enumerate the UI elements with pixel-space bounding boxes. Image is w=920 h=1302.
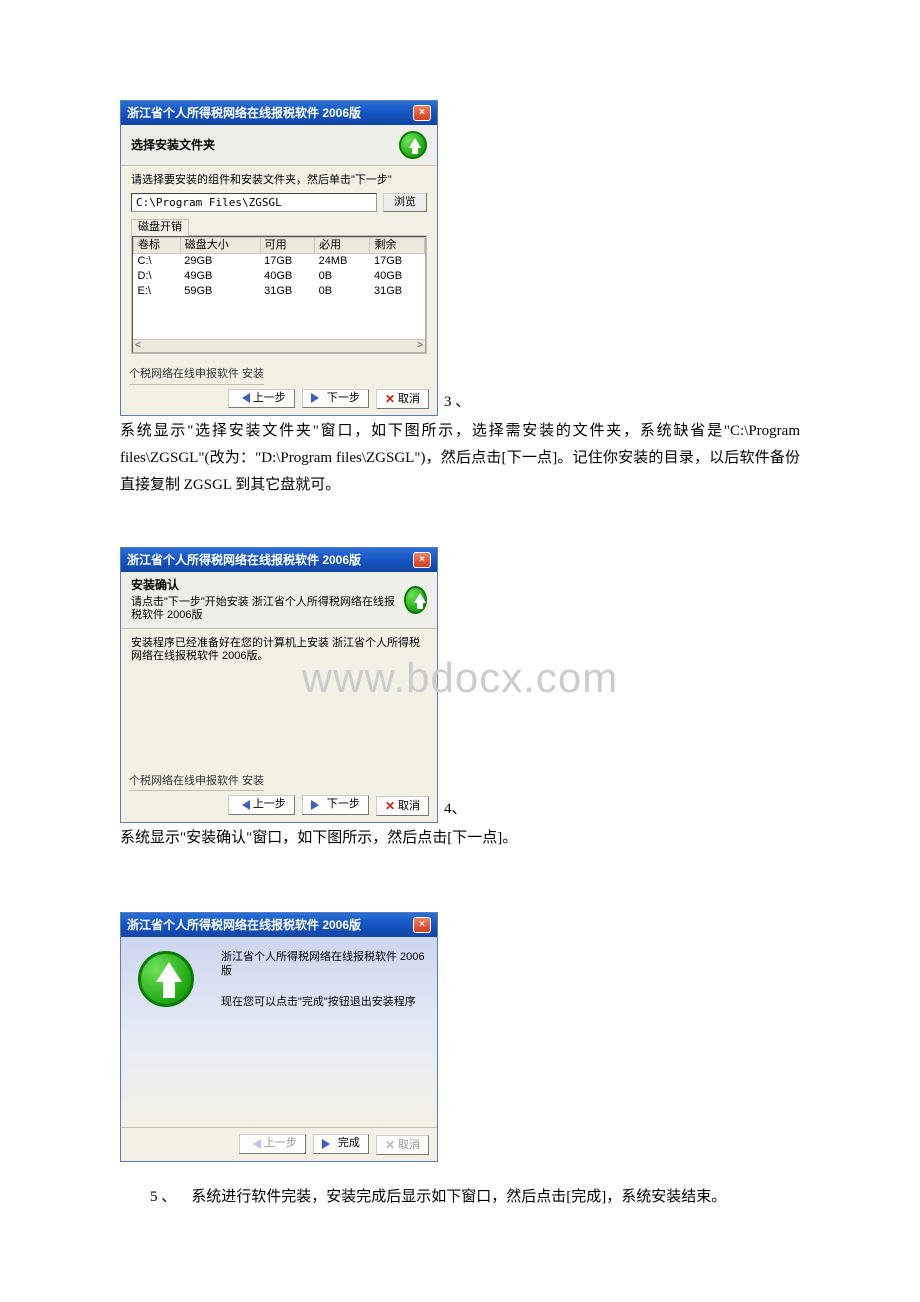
table-row: C:\ 29GB 17GB 24MB 17GB (134, 253, 425, 269)
x-icon: ✕ (385, 392, 395, 406)
titlebar: 浙江省个人所得税网络在线报税软件 2006版 × (121, 101, 437, 125)
browse-button[interactable]: 浏览 (383, 193, 427, 212)
dialog-footer: 个税网络在线申报软件 安装 上一步 下一步 ✕取消 (121, 769, 437, 822)
chevron-right-icon (311, 800, 324, 810)
col-size: 磁盘大小 (180, 237, 260, 253)
chevron-left-icon (248, 1139, 261, 1149)
step4-number: 4、 (444, 796, 467, 823)
titlebar: 浙江省个人所得税网络在线报税软件 2006版 × (121, 913, 437, 937)
chevron-left-icon (237, 800, 250, 810)
dialog-heading: 选择安装文件夹 (131, 138, 215, 152)
finish-line2: 现在您可以点击"完成"按钮退出安装程序 (221, 996, 427, 1009)
col-volume: 卷标 (134, 237, 181, 253)
footer-label: 个税网络在线申报软件 安装 (129, 775, 264, 791)
step5-number: 5 、 (150, 1189, 176, 1205)
close-icon[interactable]: × (413, 917, 431, 933)
table-row: E:\ 59GB 31GB 0B 31GB (134, 284, 425, 299)
prev-button[interactable]: 上一步 (228, 795, 295, 814)
prev-button[interactable]: 上一步 (228, 389, 295, 408)
dialog-header: 安装确认 请点击"下一步"开始安装 浙江省个人所得税网络在线报税软件 2006版 (121, 572, 437, 629)
dialog-body: 安装程序已经准备好在您的计算机上安装 浙江省个人所得税网络在线报税软件 2006… (121, 629, 437, 769)
cancel-button[interactable]: ✕取消 (376, 796, 429, 816)
arrow-up-icon (399, 131, 427, 159)
step3-number: 3 、 (444, 389, 470, 416)
scrollbar-stub[interactable]: <> (133, 339, 425, 352)
next-button[interactable]: 下一步 (302, 389, 369, 408)
finish-button[interactable]: 完成 (313, 1134, 369, 1153)
installer-dialog-finish: 浙江省个人所得税网络在线报税软件 2006版 × 浙江省个人所得税网络在线报税软… (120, 912, 438, 1162)
dialog-body: 请选择要安装的组件和安装文件夹，然后单击"下一步" C:\Program Fil… (121, 166, 437, 362)
prev-button: 上一步 (239, 1134, 306, 1153)
col-remain: 剩余 (370, 237, 425, 253)
dialog-footer: 个税网络在线申报软件 安装 上一步 下一步 ✕取消 (121, 362, 437, 415)
finish-line1: 浙江省个人所得税网络在线报税软件 2006版 (221, 951, 427, 977)
x-icon: ✕ (385, 799, 395, 813)
close-icon[interactable]: × (413, 105, 431, 121)
install-path-input[interactable]: C:\Program Files\ZGSGL (131, 193, 377, 212)
disk-panel: 卷标 磁盘大小 可用 必用 剩余 C:\ 29GB 17GB 24MB (131, 235, 427, 355)
window-title: 浙江省个人所得税网络在线报税软件 2006版 (127, 106, 361, 120)
step4-text: 系统显示"安装确认"窗口，如下图所示，然后点击[下一点]。 (120, 825, 800, 852)
arrow-up-icon (404, 586, 428, 614)
window-title: 浙江省个人所得税网络在线报税软件 2006版 (127, 553, 361, 567)
col-avail: 可用 (260, 237, 314, 253)
dialog-header: 选择安装文件夹 (121, 125, 437, 166)
dialog-subheading: 请点击"下一步"开始安装 浙江省个人所得税网络在线报税软件 2006版 (131, 596, 404, 622)
installer-dialog-confirm: 浙江省个人所得税网络在线报税软件 2006版 × 安装确认 请点击"下一步"开始… (120, 547, 438, 823)
table-row: D:\ 49GB 40GB 0B 40GB (134, 269, 425, 284)
window-title: 浙江省个人所得税网络在线报税软件 2006版 (127, 918, 361, 932)
instruction-text: 请选择要安装的组件和安装文件夹，然后单击"下一步" (131, 174, 427, 187)
x-icon: ✕ (385, 1138, 395, 1152)
titlebar: 浙江省个人所得税网络在线报税软件 2006版 × (121, 548, 437, 572)
col-need: 必用 (315, 237, 370, 253)
step5-text: 5 、 系统进行软件完装，安装完成后显示如下窗口，然后点击[完成]，系统安装结束… (120, 1184, 800, 1211)
step3-text: 系统显示"选择安装文件夹"窗口，如下图所示，选择需安装的文件夹，系统缺省是"C:… (120, 418, 800, 499)
next-button[interactable]: 下一步 (302, 795, 369, 814)
dialog-body: 浙江省个人所得税网络在线报税软件 2006版 现在您可以点击"完成"按钮退出安装… (121, 937, 437, 1127)
dialog-footer: 上一步 完成 ✕取消 (121, 1127, 437, 1161)
cancel-button: ✕取消 (376, 1135, 429, 1155)
arrow-up-icon (138, 951, 194, 1007)
chevron-left-icon (237, 393, 250, 403)
chevron-right-icon (322, 1139, 335, 1149)
chevron-right-icon (311, 393, 324, 403)
installer-dialog-select-folder: 浙江省个人所得税网络在线报税软件 2006版 × 选择安装文件夹 请选择要安装的… (120, 100, 438, 416)
dialog-heading: 安装确认 (131, 578, 404, 592)
confirm-message: 安装程序已经准备好在您的计算机上安装 浙江省个人所得税网络在线报税软件 2006… (131, 637, 427, 663)
disk-grid: 卷标 磁盘大小 可用 必用 剩余 C:\ 29GB 17GB 24MB (132, 236, 426, 354)
footer-label: 个税网络在线申报软件 安装 (129, 368, 264, 384)
cancel-button[interactable]: ✕取消 (376, 389, 429, 409)
disk-fieldset-label: 磁盘开销 (131, 219, 189, 235)
close-icon[interactable]: × (413, 552, 431, 568)
